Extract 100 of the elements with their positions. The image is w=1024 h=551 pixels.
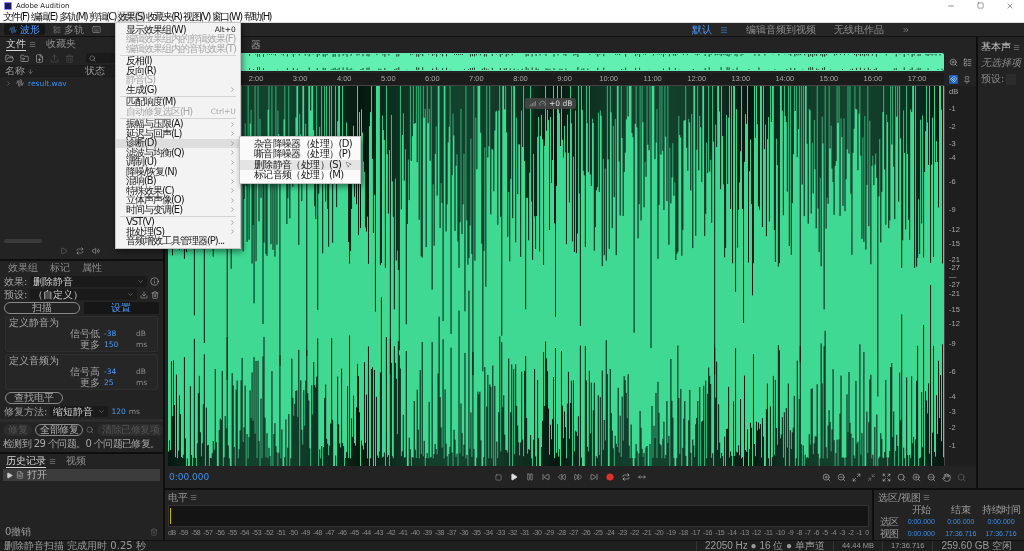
menu-item[interactable]: 立体声声像(O) [115,195,240,205]
keyboard-icon[interactable] [92,25,101,34]
menu-item[interactable]: 生成(G) [115,85,240,95]
menu-item[interactable]: 诊断(D) [115,138,240,148]
speaker-icon[interactable] [92,247,100,255]
peak-marker [170,508,171,524]
effect-dropdown[interactable]: 删除静音 [30,276,147,287]
menu-icon[interactable] [923,494,931,501]
list-icon[interactable] [962,57,972,67]
workspace-tab[interactable]: 默认 [692,23,712,36]
fast-forward-icon[interactable] [574,473,582,481]
rewind-icon[interactable] [558,473,566,481]
method-dropdown[interactable]: 缩短静音 [50,406,109,417]
menu-item[interactable]: 匹配响度(M) [115,97,240,107]
zoom-icon[interactable] [957,472,966,482]
search-icon[interactable] [86,426,94,434]
panel-tab[interactable]: 标记 [50,261,70,275]
hand-icon[interactable] [942,472,951,482]
menu-bar-item[interactable]: 编辑(E) [29,11,58,22]
menu-bar-item[interactable]: 收藏夹(R) [145,11,183,22]
panel-tab[interactable]: 视频 [66,454,86,468]
menu-item[interactable]: 延迟与回声(L) [115,129,240,139]
panel-tab[interactable]: 效果组 [8,261,38,275]
menu-icon[interactable] [190,494,197,501]
menu-icon[interactable] [720,25,728,34]
play-icon [6,471,13,479]
column-header[interactable]: 名称 [5,66,25,76]
menu-item[interactable]: 反相(I) [115,56,240,66]
menu-item[interactable]: 降噪/恢复(N) [115,167,240,177]
trash-icon[interactable] [150,527,158,536]
preset-dropdown[interactable]: （自定义） [30,289,137,300]
menu-icon[interactable] [49,457,56,465]
zoom-icon[interactable] [948,57,958,67]
mode-button[interactable]: 设置 [83,302,159,314]
menu-icon[interactable] [1013,43,1020,51]
editor-tab-title[interactable]: 器 [251,38,261,50]
zoom-full-icon[interactable] [852,472,861,482]
menu-item[interactable]: 批处理(S) [115,227,240,237]
menu-item[interactable]: VST(V) [115,217,240,227]
menu-bar-item[interactable]: 效果(S) [116,11,146,22]
menu-item[interactable]: 调制(U) [115,157,240,167]
loop-icon[interactable] [76,247,84,255]
field-label: 预设: [4,289,28,300]
trash-icon[interactable] [151,290,159,299]
skip-back-icon[interactable] [542,473,550,481]
menu-item[interactable]: 时间与变调(E) [115,205,240,215]
menu-bar-item[interactable]: 剪辑(C) [88,11,117,22]
view-button[interactable]: 波形 [4,24,45,35]
group-title: 定义静音为 [9,317,60,328]
loop-icon[interactable] [622,473,630,481]
menu-bar-item[interactable]: 窗口(W) [210,11,243,22]
menu-item[interactable]: 音频增效工具管理器(P)... [115,236,240,246]
history-entry[interactable]: 打开 [3,469,160,481]
menu-bar-item[interactable]: 帮助(H) [242,11,272,22]
column-header: 结束 [950,504,972,515]
new-file-icon[interactable] [35,53,44,63]
save-preset-icon[interactable] [140,290,148,299]
maximize-icon[interactable] [977,2,984,9]
panel-tab[interactable]: 属性 [82,261,102,275]
folder-icon[interactable] [5,53,14,63]
skip-selection-icon[interactable] [638,473,646,481]
menu-item[interactable]: 标记音频（处理）(M) [239,170,361,181]
info-icon[interactable] [150,277,159,286]
workspace-tab[interactable]: 无线电作品 [834,23,884,36]
pause-icon[interactable] [526,473,534,481]
pin-icon[interactable] [963,75,971,84]
menu-bar-item[interactable]: 视图(V) [182,11,211,22]
zoom-out-icon[interactable] [837,472,846,482]
menu-item[interactable]: 反向(R) [115,66,240,76]
skip-forward-icon[interactable] [590,473,598,481]
zoom-in-icon[interactable] [912,472,921,482]
record-icon[interactable] [606,473,614,481]
close-icon[interactable] [1006,1,1014,10]
menu-item[interactable]: 混响(B) [115,176,240,186]
expand-icon[interactable] [882,472,891,482]
import-icon[interactable] [20,53,29,63]
expand-caret-icon[interactable] [5,79,12,87]
menu-bar-item[interactable]: 多轨(M) [57,11,89,22]
more-icon[interactable] [902,25,910,34]
panel-tab[interactable]: 历史记录 [6,454,46,468]
caret-icon [98,408,106,415]
menu-item[interactable]: 滤波与均衡(Q) [115,148,240,158]
zoom-in-icon[interactable] [822,472,831,482]
knob-icon [538,100,546,107]
menu-bar-item[interactable]: 文件(F) [2,11,30,22]
column-header: 持续时间 [982,504,1020,515]
stop-icon[interactable] [495,473,502,481]
panel-tab[interactable]: 收藏夹 [46,37,76,51]
panel-tab[interactable]: 文件 [6,37,26,51]
menu-item[interactable]: 嘶音降噪器（处理）(P) [239,149,361,160]
view-button[interactable]: 多轨 [48,24,89,35]
menu-icon[interactable] [29,40,36,48]
menu-item[interactable]: 特殊效果(C) [115,186,240,196]
zoom-icon[interactable] [897,472,906,482]
zoom-out-icon[interactable] [927,472,936,482]
menu-item[interactable]: 振幅与压限(A) [115,119,240,129]
column-header[interactable]: 状态 [85,66,105,76]
menu-item[interactable]: 杂音降噪器（处理）(D) [239,138,361,149]
menu-item[interactable]: 删除静音（处理）(S) [239,159,361,170]
workspace-tab[interactable]: 编辑音频到视频 [746,23,816,36]
